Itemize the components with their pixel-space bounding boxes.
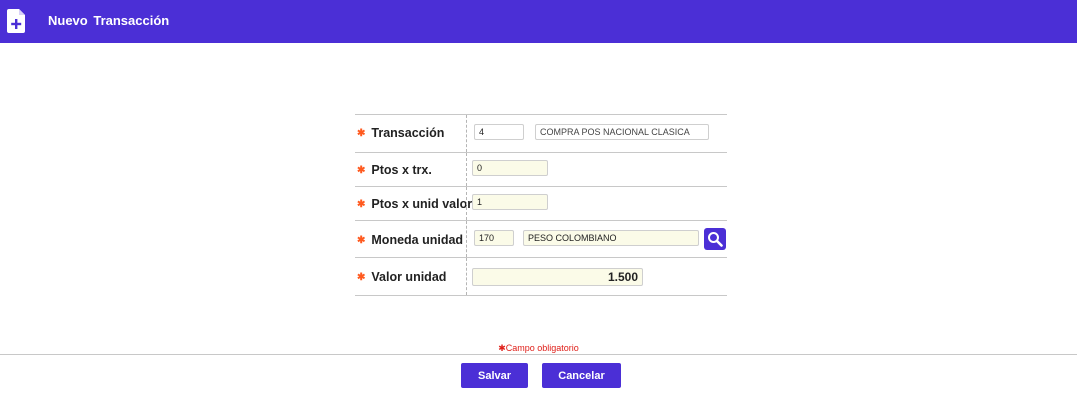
ptos-unid-valor-label: Ptos x unid valor [371, 197, 473, 211]
file-add-icon [7, 9, 25, 33]
moneda-code-input[interactable]: 170 [474, 230, 514, 246]
required-star: ✱ [498, 343, 506, 353]
header-bar: Nuevo Transacción [0, 0, 1077, 43]
ptos-unid-valor-input[interactable]: 1 [472, 194, 548, 210]
moneda-lookup-button[interactable] [704, 228, 726, 250]
ptos-trx-input[interactable]: 0 [472, 160, 548, 176]
moneda-unidad-label: Moneda unidad [371, 233, 464, 247]
required-star: ✱ [357, 127, 366, 139]
footer-divider [0, 354, 1077, 355]
form-row-ptos-trx: ✱ Ptos x trx. 0 [355, 153, 727, 187]
required-star: ✱ [357, 234, 366, 246]
transaccion-code-input[interactable]: 4 [474, 124, 524, 140]
search-icon [708, 232, 723, 247]
form-row-transaccion: ✱ Transacción 4 COMPRA POS NACIONAL CLAS… [355, 115, 727, 153]
save-button[interactable]: Salvar [461, 363, 528, 388]
page-title: Nuevo Transacción [48, 13, 170, 28]
required-star: ✱ [357, 271, 366, 283]
ptos-trx-label: Ptos x trx. [371, 163, 432, 177]
cancel-button[interactable]: Cancelar [542, 363, 621, 388]
form-row-moneda-unidad: ✱ Moneda unidad 170 PESO COLOMBIANO [355, 221, 727, 258]
moneda-description-field: PESO COLOMBIANO [523, 230, 699, 246]
form-row-ptos-unid-valor: ✱ Ptos x unid valor 1 [355, 187, 727, 221]
valor-unidad-label: Valor unidad [371, 270, 447, 284]
required-star: ✱ [357, 198, 366, 210]
required-star: ✱ [357, 164, 366, 176]
required-note-text: Campo obligatorio [505, 343, 579, 353]
transaccion-description-field: COMPRA POS NACIONAL CLASICA [535, 124, 709, 140]
required-field-note: ✱Campo obligatorio [0, 343, 1077, 354]
form-row-valor-unidad: ✱ Valor unidad 1.500 [355, 258, 727, 296]
valor-unidad-input[interactable]: 1.500 [472, 268, 643, 286]
transaccion-label: Transacción [371, 126, 445, 140]
transaction-form: ✱ Transacción 4 COMPRA POS NACIONAL CLAS… [355, 114, 727, 296]
